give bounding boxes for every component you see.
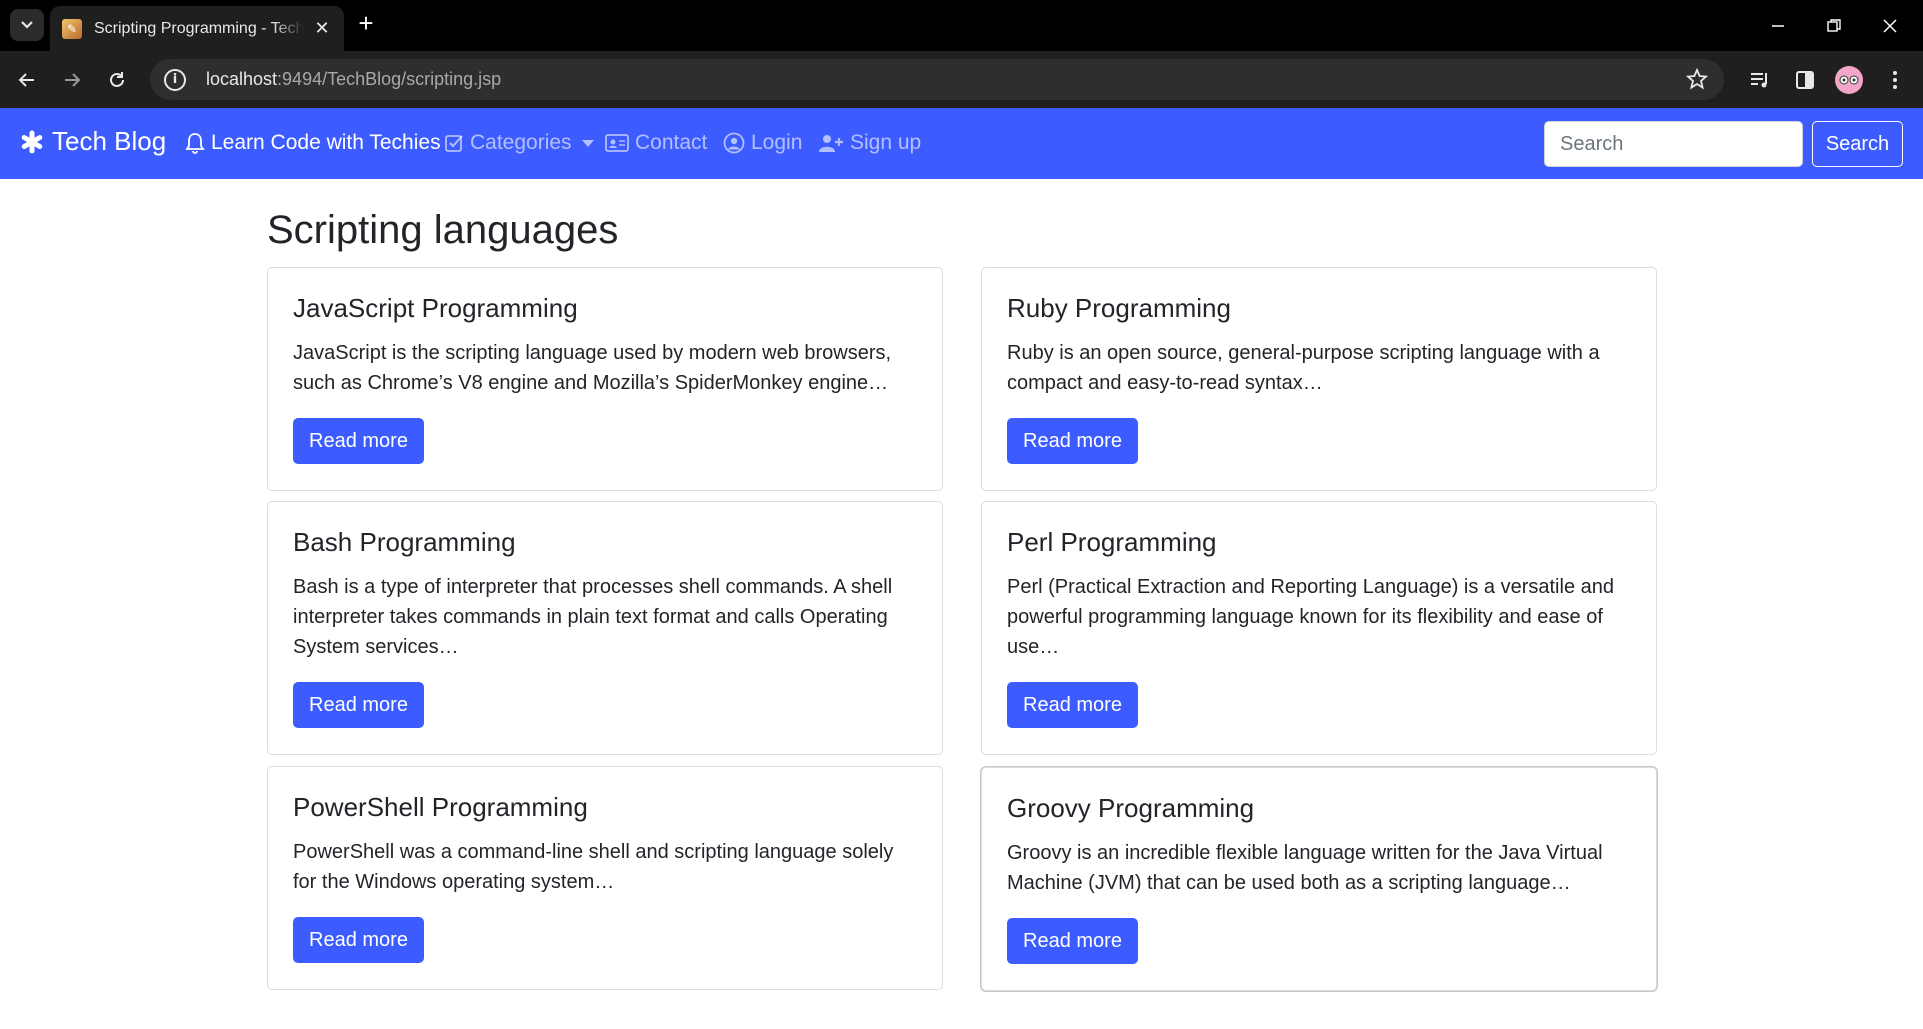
check-square-icon (445, 135, 463, 152)
search-button[interactable]: Search (1812, 121, 1903, 167)
page-title: Scripting languages (267, 208, 619, 252)
card-text: Groovy is an incredible flexible languag… (1007, 842, 1603, 895)
nav-contact[interactable]: Contact (605, 131, 707, 155)
read-more-button[interactable]: Read more (1007, 918, 1138, 965)
read-more-button[interactable]: Read more (293, 682, 424, 729)
card-text: Bash is a type of interpreter that proce… (293, 576, 893, 659)
brand-text: Tech Blog (52, 126, 167, 156)
browser-tab[interactable]: ✎ Scripting Programming - TechBlog ✕ (50, 6, 344, 51)
nav-contact-label: Contact (635, 131, 708, 154)
new-tab-button[interactable]: + (352, 10, 380, 38)
read-more-button[interactable]: Read more (293, 418, 424, 465)
close-tab-icon[interactable]: ✕ (310, 16, 334, 40)
back-button[interactable] (10, 63, 44, 97)
address-bar[interactable]: i localhost:9494/TechBlog/scripting.jsp (150, 59, 1724, 100)
minimize-button[interactable] (1750, 0, 1806, 51)
tab-search-button[interactable] (10, 9, 44, 41)
site-favicon-icon: ✎ (62, 18, 82, 39)
close-window-button[interactable] (1862, 0, 1918, 51)
site-navbar: Tech Blog Learn Code with Techies Catego… (0, 108, 1923, 179)
avatar-icon (1835, 66, 1863, 94)
nav-categories-label: Categories (470, 131, 572, 154)
reload-icon (110, 72, 124, 87)
post-card: Ruby Programming Ruby is an open source,… (981, 267, 1657, 491)
user-plus-icon (819, 135, 843, 152)
restore-button[interactable] (1806, 0, 1862, 51)
card-title: Bash Programming (293, 527, 516, 557)
side-panel-icon[interactable] (1790, 65, 1820, 95)
post-card: Groovy Programming Groovy is an incredib… (981, 767, 1657, 991)
chevron-down-icon (21, 21, 33, 29)
nav-learn-code[interactable]: Learn Code with Techies (185, 131, 441, 155)
nav-login-label: Login (751, 131, 803, 154)
address-card-icon (605, 134, 629, 152)
post-card: JavaScript Programming JavaScript is the… (267, 267, 943, 491)
card-title: Ruby Programming (1007, 293, 1231, 323)
browser-menu-icon[interactable] (1880, 65, 1910, 95)
forward-button[interactable] (55, 63, 89, 97)
caret-down-icon (581, 139, 594, 147)
arrow-left-icon (18, 73, 34, 87)
nav-login[interactable]: Login (723, 131, 802, 155)
read-more-button[interactable]: Read more (1007, 418, 1138, 465)
nav-categories-dropdown[interactable]: Categories (444, 131, 594, 155)
tab-title: Scripting Programming - TechBlog (94, 19, 304, 37)
card-title: PowerShell Programming (293, 792, 588, 822)
nav-signup[interactable]: Sign up (818, 131, 921, 155)
card-title: JavaScript Programming (293, 293, 578, 323)
asterisk-icon (21, 130, 43, 153)
url-text: localhost:9494/TechBlog/scripting.jsp (206, 69, 501, 90)
profile-avatar[interactable] (1834, 65, 1864, 95)
nav-signup-label: Sign up (850, 131, 922, 154)
card-text: JavaScript is the scripting language use… (293, 342, 892, 395)
nav-learn-code-label: Learn Code with Techies (211, 131, 441, 154)
card-text: Perl (Practical Extraction and Reporting… (1007, 576, 1614, 659)
browser-tab-bar: ✎ Scripting Programming - TechBlog ✕ + (0, 0, 1923, 51)
url-host: localhost (206, 69, 278, 89)
card-text: Ruby is an open source, general-purpose … (1007, 342, 1600, 395)
post-card: PowerShell Programming PowerShell was a … (267, 766, 943, 990)
read-more-button[interactable]: Read more (293, 917, 424, 964)
read-more-button[interactable]: Read more (1007, 682, 1138, 729)
browser-toolbar: i localhost:9494/TechBlog/scripting.jsp (0, 51, 1923, 108)
post-card: Perl Programming Perl (Practical Extract… (981, 501, 1657, 755)
user-circle-icon (723, 132, 745, 154)
brand-link[interactable]: Tech Blog (20, 126, 166, 157)
restore-icon (1827, 18, 1841, 32)
arrow-right-icon (65, 73, 81, 87)
close-icon (1883, 18, 1897, 33)
card-title: Groovy Programming (1007, 793, 1255, 823)
card-text: PowerShell was a command-line shell and … (293, 841, 894, 894)
bookmark-star-icon[interactable] (1685, 67, 1709, 95)
reload-button[interactable] (100, 63, 134, 97)
post-card: Bash Programming Bash is a type of inter… (267, 501, 943, 755)
card-title: Perl Programming (1007, 527, 1217, 557)
search-input[interactable] (1544, 121, 1803, 167)
media-controls-icon[interactable] (1745, 65, 1775, 95)
minimize-icon (1772, 24, 1784, 27)
site-info-icon[interactable]: i (164, 68, 186, 91)
bell-icon (185, 133, 205, 154)
url-path: :9494/TechBlog/scripting.jsp (277, 69, 502, 89)
